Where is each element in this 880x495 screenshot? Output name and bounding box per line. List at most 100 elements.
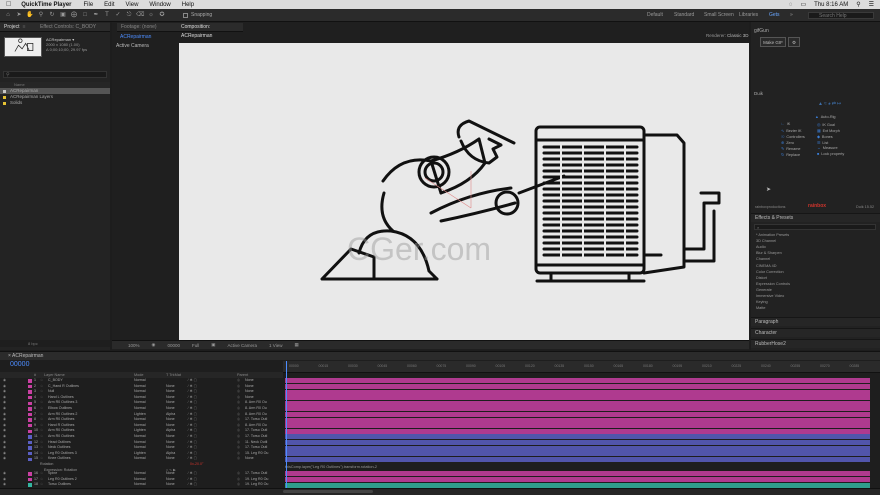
- selection-tool-icon[interactable]: ➤: [15, 11, 23, 19]
- project-item[interactable]: Solids: [0, 100, 110, 106]
- menu-list-icon[interactable]: ☰: [869, 1, 874, 8]
- workspace-more-icon[interactable]: »: [790, 9, 793, 22]
- duik-zero[interactable]: ⊕ Zero: [781, 140, 794, 145]
- clone-tool-icon[interactable]: ⎋: [125, 11, 133, 19]
- bit-depth[interactable]: 8 bpc: [28, 341, 38, 346]
- label-color[interactable]: [28, 483, 32, 487]
- duik-controllers[interactable]: ☉ Controllers: [781, 134, 805, 139]
- label-color[interactable]: [28, 412, 32, 417]
- tab-footage[interactable]: Footage: (none): [117, 23, 177, 32]
- zoom-slider[interactable]: [283, 490, 373, 493]
- layer-duration-bar[interactable]: [285, 471, 870, 477]
- hand-tool-icon[interactable]: ✋: [26, 11, 34, 19]
- effects-category[interactable]: Audio: [756, 245, 766, 249]
- make-gif-button[interactable]: Make GIF: [760, 37, 786, 47]
- label-color[interactable]: [28, 451, 32, 456]
- timeline-timecode[interactable]: 00000: [10, 361, 29, 368]
- label-color[interactable]: [28, 435, 32, 439]
- snapping-toggle[interactable]: Snapping: [183, 12, 212, 18]
- home-icon[interactable]: ⌂: [4, 11, 12, 19]
- effects-category[interactable]: * Animation Presets: [756, 233, 789, 237]
- label-color[interactable]: [28, 401, 32, 405]
- roto-tool-icon[interactable]: ☼: [147, 11, 155, 19]
- duik-bezier-ik[interactable]: ∿ Bezier IK: [781, 128, 802, 133]
- layer-duration-bar[interactable]: [285, 428, 870, 434]
- effects-category[interactable]: 3D Channel: [756, 239, 776, 243]
- label-color[interactable]: [28, 477, 32, 482]
- effects-category[interactable]: Immersive Video: [756, 294, 784, 298]
- wifi-icon[interactable]: ◌: [789, 2, 793, 8]
- duik-measure[interactable]: ↔ Measure: [817, 146, 838, 150]
- layer-duration-bar[interactable]: [285, 378, 870, 384]
- app-menu[interactable]: QuickTime Player: [21, 2, 71, 8]
- duik-lock-property[interactable]: ■ Lock property: [817, 152, 844, 156]
- layer-duration-bar[interactable]: [285, 423, 870, 429]
- duik-ext-morph[interactable]: ▦ Ext Morph: [817, 128, 840, 133]
- effects-category[interactable]: Keying: [756, 300, 768, 304]
- effects-category[interactable]: CINEMA 4D: [756, 264, 776, 268]
- layer-name[interactable]: Torso Outlines: [48, 482, 71, 488]
- duik-bones[interactable]: ◆ Bones: [817, 134, 833, 139]
- workspace-standard[interactable]: Standard: [674, 9, 694, 22]
- tab-project[interactable]: Project ≡: [0, 23, 36, 32]
- label-color[interactable]: [28, 457, 32, 461]
- region-icon[interactable]: ▣: [211, 342, 215, 348]
- apple-icon[interactable]: : [6, 1, 11, 8]
- pan-behind-icon[interactable]: ⨁: [70, 11, 78, 19]
- label-color[interactable]: [28, 440, 32, 445]
- label-color[interactable]: [28, 472, 32, 476]
- comp-breadcrumb[interactable]: ACRepairman: [120, 34, 151, 40]
- shape-tool-icon[interactable]: □: [81, 11, 89, 19]
- playhead[interactable]: [286, 361, 287, 495]
- layer-duration-bar[interactable]: [285, 434, 870, 440]
- label-color[interactable]: [28, 379, 32, 383]
- tab-gifgun[interactable]: gifGun: [754, 28, 769, 34]
- layer-duration-bar[interactable]: [285, 417, 870, 423]
- layer-duration-bar[interactable]: [285, 411, 870, 417]
- label-color[interactable]: [28, 418, 32, 422]
- effects-category[interactable]: Color Correction: [756, 270, 784, 274]
- layer-duration-bar[interactable]: [285, 383, 870, 389]
- layer-duration-bar[interactable]: [285, 389, 870, 395]
- label-color[interactable]: [28, 429, 32, 433]
- label-color[interactable]: [28, 446, 32, 450]
- views-dropdown[interactable]: 1 View: [269, 343, 282, 348]
- pickwhip-icon[interactable]: ◎: [237, 482, 240, 488]
- camera-icon[interactable]: ◉: [152, 342, 156, 348]
- effects-presets-header[interactable]: Effects & Presets: [751, 213, 880, 222]
- effects-category[interactable]: Blur & Sharpen: [756, 251, 782, 255]
- menu-edit[interactable]: Edit: [104, 2, 114, 8]
- close-icon[interactable]: ≡: [23, 24, 26, 30]
- renderer-value[interactable]: Classic 3D: [727, 33, 749, 38]
- workspace-default[interactable]: Default: [647, 9, 663, 22]
- switches-icon[interactable]: ∕ ✱ ▢: [188, 482, 197, 488]
- paragraph-panel[interactable]: Paragraph: [751, 317, 880, 326]
- comp-canvas[interactable]: CGer.com: [179, 43, 749, 340]
- layer-duration-bar[interactable]: [285, 451, 870, 457]
- duik-ik-goal[interactable]: ◎ IK Goal: [817, 122, 835, 127]
- time-ruler[interactable]: 00000 00015 00030 00045 00060 00075 00090 00105…: [283, 361, 880, 373]
- duik-tools-row[interactable]: ▲≈◕⇄↦: [818, 101, 842, 107]
- menu-help[interactable]: Help: [182, 2, 194, 8]
- layer-parent[interactable]: 19. Leg R0 Ou: [245, 482, 268, 488]
- eye-icon[interactable]: ◉: [3, 482, 6, 488]
- character-panel[interactable]: Character: [751, 328, 880, 337]
- tab-composition[interactable]: Composition: ACRepairman: [177, 23, 243, 39]
- effects-category[interactable]: Channel: [756, 257, 770, 261]
- duik-rename[interactable]: ✎ Rename: [781, 146, 801, 151]
- layer-duration-bar[interactable]: [285, 456, 870, 462]
- search-icon[interactable]: ⚲: [856, 1, 860, 8]
- workspace-gets[interactable]: Gets: [769, 9, 780, 22]
- layer-mode[interactable]: Normal: [134, 482, 146, 488]
- layer-duration-bar[interactable]: [285, 400, 870, 406]
- rotate-tool-icon[interactable]: ↻: [48, 11, 56, 19]
- duik-list[interactable]: ☰ List: [817, 140, 828, 145]
- workspace-libraries[interactable]: Libraries: [739, 9, 758, 22]
- rubberhose-panel[interactable]: RubberHose2: [751, 339, 880, 348]
- layer-duration-bar[interactable]: [285, 482, 870, 488]
- effects-category[interactable]: Distort: [756, 276, 767, 280]
- duik-autorig[interactable]: ▲ Auto-Rig: [815, 115, 836, 119]
- expression-text[interactable]: thisComp.layer("Leg R0 Outlines").transf…: [285, 465, 870, 470]
- zoom-dropdown[interactable]: 100%: [128, 343, 140, 348]
- snapping-checkbox[interactable]: [183, 12, 188, 18]
